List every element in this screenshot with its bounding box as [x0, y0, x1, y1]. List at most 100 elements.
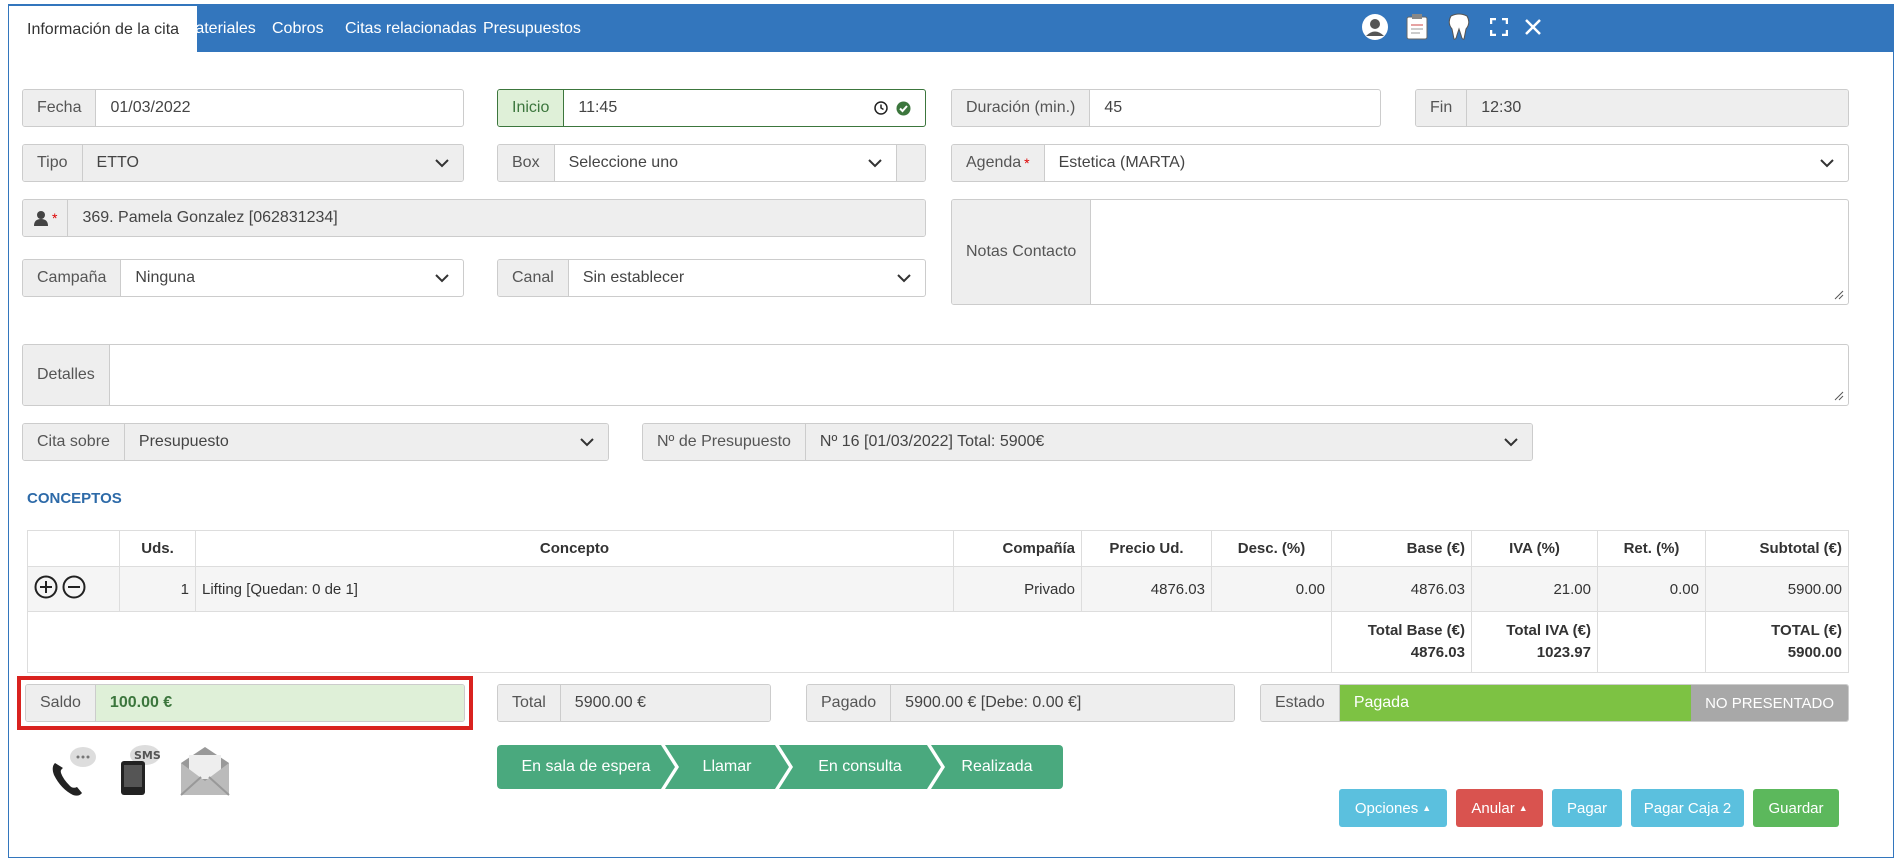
caret-up-icon: ▲: [1422, 803, 1432, 813]
cell-desc: 0.00: [1211, 566, 1332, 612]
canal-value: Sin establecer: [582, 269, 685, 286]
tooth-icon[interactable]: [1443, 11, 1475, 43]
box-value: Seleccione uno: [568, 154, 678, 171]
clipboard-icon[interactable]: [1401, 11, 1433, 43]
col-base: Base (€): [1331, 530, 1472, 567]
cell-subtotal: 5900.00: [1705, 566, 1849, 612]
estado-label: Estado: [1261, 685, 1340, 721]
fin-input: 12:30: [1467, 90, 1848, 126]
fullscreen-icon[interactable]: [1483, 11, 1515, 43]
cell-concepto: Lifting [Quedan: 0 de 1]: [195, 566, 954, 612]
opciones-button[interactable]: Opciones ▲: [1339, 789, 1447, 827]
check-icon: [896, 101, 911, 115]
campana-label: Campaña: [23, 260, 122, 296]
inicio-input[interactable]: 11:45: [564, 90, 925, 126]
col-actions: [27, 530, 120, 567]
pagar-button[interactable]: Pagar: [1552, 789, 1622, 827]
campana-select[interactable]: Ninguna: [121, 260, 463, 296]
totals-spacer: [27, 611, 1332, 673]
duracion-label: Duración (min.): [952, 90, 1091, 126]
table-header-row: Uds. Concepto Compañía Precio Ud. Desc. …: [27, 530, 1849, 567]
saldo-value: 100.00 €: [95, 685, 464, 721]
step-realizada[interactable]: Realizada: [931, 745, 1063, 789]
notas-field: Notas Contacto: [951, 199, 1849, 305]
plus-circle-icon[interactable]: [34, 575, 58, 599]
pagado-value: 5900.00 € [Debe: 0.00 €]: [891, 685, 1234, 721]
canal-field: Canal Sin establecer: [497, 259, 926, 297]
chevron-down-icon: [868, 156, 882, 170]
conceptos-title: CONCEPTOS: [27, 490, 122, 507]
col-precio: Precio Ud.: [1081, 530, 1212, 567]
appointment-window: Información de la cita Materiales Cobros…: [8, 4, 1894, 858]
clock-icon: [874, 101, 888, 115]
fecha-field: Fecha 01/03/2022: [22, 89, 464, 127]
cita-sobre-value: Presupuesto: [138, 433, 229, 450]
caret-up-icon: ▲: [1518, 803, 1528, 813]
no-presentado-button[interactable]: NO PRESENTADO: [1691, 685, 1848, 721]
total-cell: TOTAL (€) 5900.00: [1705, 611, 1849, 673]
total-label: Total: [498, 685, 561, 721]
pagado-field: Pagado 5900.00 € [Debe: 0.00 €]: [806, 684, 1235, 722]
cell-precio: 4876.03: [1081, 566, 1212, 612]
estado-value: Pagada: [1339, 685, 1692, 721]
fin-field: Fin 12:30: [1415, 89, 1849, 127]
close-icon[interactable]: [1517, 11, 1549, 43]
agenda-label: Agenda *: [952, 145, 1045, 181]
conceptos-table: Uds. Concepto Compañía Precio Ud. Desc. …: [27, 530, 1849, 673]
detalles-field: Detalles: [22, 344, 1849, 406]
chevron-down-icon: [1820, 156, 1834, 170]
total-field: Total 5900.00 €: [497, 684, 771, 722]
agenda-value: Estetica (MARTA): [1058, 154, 1186, 171]
box-select[interactable]: Seleccione uno: [555, 145, 897, 181]
notas-textarea[interactable]: [1091, 200, 1848, 304]
step-llamar[interactable]: Llamar: [665, 745, 789, 789]
tab-presupuestos[interactable]: Presupuestos: [465, 5, 599, 52]
svg-text:SMS: SMS: [134, 749, 161, 762]
fecha-input[interactable]: 01/03/2022: [96, 90, 463, 126]
col-iva: IVA (%): [1471, 530, 1598, 567]
paciente-field: * 369. Pamela Gonzalez [062831234]: [22, 199, 926, 237]
pagado-label: Pagado: [807, 685, 892, 721]
agenda-field: Agenda * Estetica (MARTA): [951, 144, 1849, 182]
cell-iva: 21.00: [1471, 566, 1598, 612]
notas-label: Notas Contacto: [952, 200, 1092, 304]
estado-field: Estado Pagada NO PRESENTADO: [1260, 684, 1849, 722]
col-concepto: Concepto: [195, 530, 954, 567]
box-label: Box: [498, 145, 555, 181]
paciente-input[interactable]: 369. Pamela Gonzalez [062831234]: [68, 200, 925, 236]
presupuesto-label: Nº de Presupuesto: [643, 424, 806, 460]
user-icon[interactable]: [1359, 11, 1391, 43]
cell-base: 4876.03: [1331, 566, 1472, 612]
campana-field: Campaña Ninguna: [22, 259, 464, 297]
inicio-field: Inicio 11:45: [497, 89, 926, 127]
detalles-label: Detalles: [23, 345, 110, 405]
anular-button[interactable]: Anular ▲: [1456, 789, 1543, 827]
phone-call-icon[interactable]: [49, 745, 97, 802]
minus-circle-icon[interactable]: [62, 575, 86, 599]
person-icon: [34, 211, 48, 226]
cita-sobre-select[interactable]: Presupuesto: [124, 424, 608, 460]
canal-label: Canal: [498, 260, 569, 296]
chevron-down-icon: [435, 156, 449, 170]
detalles-textarea[interactable]: [110, 345, 1848, 405]
step-en-consulta[interactable]: En consulta: [779, 745, 941, 789]
pagar-caja-button[interactable]: Pagar Caja 2: [1631, 789, 1744, 827]
tipo-select[interactable]: ETTO: [82, 145, 463, 181]
email-icon[interactable]: [179, 743, 231, 802]
step-sala-espera[interactable]: En sala de espera: [497, 745, 675, 789]
canal-select[interactable]: Sin establecer: [569, 260, 925, 296]
sms-icon[interactable]: SMS: [117, 743, 161, 802]
chevron-down-icon: [580, 435, 594, 449]
resize-handle-icon[interactable]: [1834, 290, 1844, 300]
cell-compania: Privado: [953, 566, 1082, 612]
chevron-down-icon: [897, 271, 911, 285]
presupuesto-field: Nº de Presupuesto Nº 16 [01/03/2022] Tot…: [642, 423, 1533, 461]
agenda-select[interactable]: Estetica (MARTA): [1045, 145, 1848, 181]
duracion-input[interactable]: 45: [1090, 90, 1380, 126]
guardar-button[interactable]: Guardar: [1753, 789, 1839, 827]
total-iva-cell: Total IVA (€) 1023.97: [1471, 611, 1598, 673]
total-base-cell: Total Base (€) 4876.03: [1331, 611, 1472, 673]
saldo-label: Saldo: [26, 685, 96, 721]
resize-handle-icon[interactable]: [1834, 391, 1844, 401]
presupuesto-select[interactable]: Nº 16 [01/03/2022] Total: 5900€: [805, 424, 1532, 460]
